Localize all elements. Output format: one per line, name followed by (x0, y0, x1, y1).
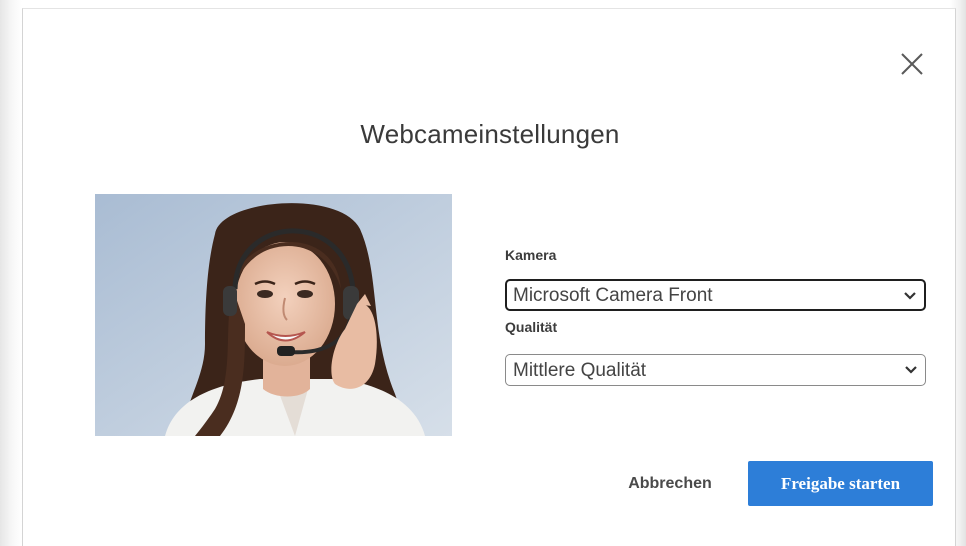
quality-select[interactable]: Mittlere Qualität (505, 354, 926, 386)
cancel-button[interactable]: Abbrechen (615, 469, 725, 499)
quality-label: Qualität (505, 319, 558, 335)
close-icon (901, 53, 923, 75)
chevron-down-icon (904, 292, 916, 300)
start-sharing-button[interactable]: Freigabe starten (748, 461, 933, 506)
close-button[interactable] (899, 51, 925, 77)
camera-select-value: Microsoft Camera Front (513, 285, 713, 306)
camera-select[interactable]: Microsoft Camera Front (505, 279, 926, 311)
chevron-down-icon (905, 366, 917, 374)
webcam-preview (95, 194, 452, 436)
webcam-settings-dialog: Webcameinstellungen Kamera Microsoft Cam… (22, 8, 956, 546)
quality-select-value: Mittlere Qualität (513, 360, 647, 381)
camera-label: Kamera (505, 247, 557, 263)
dialog-title: Webcameinstellungen (360, 119, 620, 149)
